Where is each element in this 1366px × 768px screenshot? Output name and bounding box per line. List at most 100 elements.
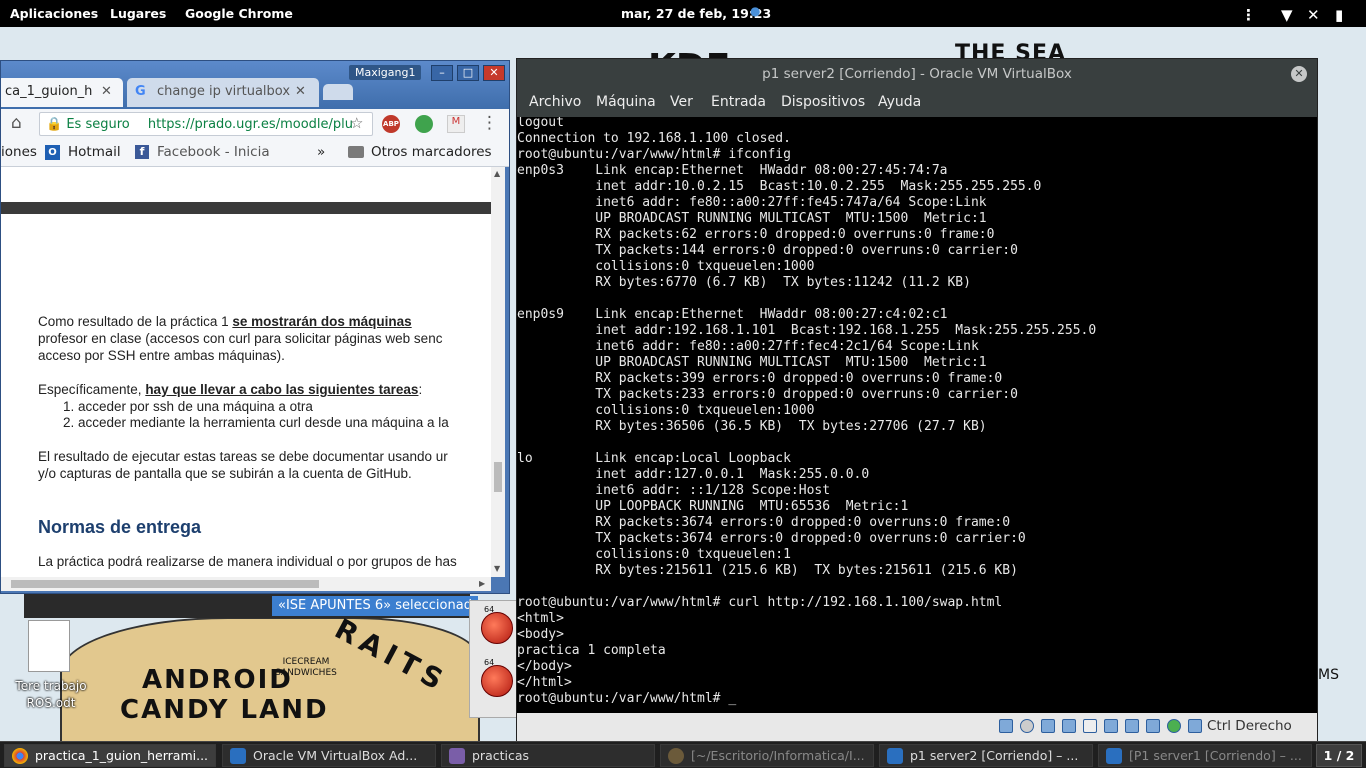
task-label: practicas [472,748,530,763]
active-app-menu[interactable]: Google Chrome [185,6,293,21]
scroll-up-arrow-icon[interactable]: ▲ [494,169,500,178]
bookmark-hotmail[interactable]: Hotmail [68,144,121,160]
workspace-pager[interactable]: 1 / 2 [1316,744,1362,767]
menu-bar: Archivo Máquina Ver Entrada Dispositivos… [517,89,1317,117]
clock[interactable]: mar, 27 de feb, 19:23 [621,6,771,21]
address-bar[interactable]: 🔒 Es seguro https://prado.ugr.es/moodle/… [39,112,373,136]
terminal-line: TX packets:233 errors:0 dropped:0 overru… [517,387,1018,402]
chrome-titlebar[interactable]: ca_1_guion_h ✕ G change ip virtualbox ✕ … [1,61,509,109]
notification-dot-icon: ● [750,4,761,18]
gmail-extension-icon[interactable]: M [447,115,465,133]
menu-archivo[interactable]: Archivo [529,94,581,110]
close-window-button[interactable]: ✕ [1291,66,1307,82]
terminal-line: enp0s9 Link encap:Ethernet HWaddr 08:00:… [517,307,948,322]
paragraph-line: profesor en clase (accesos con curl para… [38,331,443,346]
terminal-line: TX packets:3674 errors:0 dropped:0 overr… [517,531,1026,546]
scrollbar-thumb[interactable] [11,580,319,588]
task-sublime[interactable]: [~/Escritorio/Informatica/I... [660,744,874,767]
bookmark-apps[interactable]: iones [1,144,37,160]
chrome-profile-badge[interactable]: Maxigang1 [349,65,422,80]
vertical-scrollbar[interactable]: ▲ ▼ [491,167,505,577]
horizontal-scrollbar[interactable]: ▶ [1,577,491,591]
url-text: https://prado.ugr.es/moodle/plu [147,117,353,132]
battery-icon[interactable]: ▮ [1335,6,1343,24]
list-item: 1. acceder por ssh de una máquina a otra [63,399,313,414]
maximize-button[interactable]: □ [457,65,479,81]
globe-extension-icon[interactable] [415,115,433,133]
bookmarks-overflow-chevron-icon[interactable]: » [317,144,325,160]
bookmark-star-icon[interactable]: ☆ [350,114,363,132]
tab-label: ca_1_guion_h [5,84,93,99]
task-folder-practicas[interactable]: practicas [441,744,655,767]
google-g-icon: G [135,84,146,99]
paragraph-line: La práctica podrá realizarse de manera i… [38,554,457,569]
window-title[interactable]: p1 server2 [Corriendo] - Oracle VM Virtu… [517,59,1317,89]
home-icon[interactable]: ⌂ [11,113,22,133]
terminal-line: RX packets:62 errors:0 dropped:0 overrun… [517,227,995,242]
task-label: [~/Escritorio/Informatica/I... [691,748,865,763]
menu-dispositivos[interactable]: Dispositivos [781,94,865,110]
optical-drive-icon[interactable] [1020,719,1034,733]
desktop-icon-label[interactable]: Tere trabajo ROS.odt [6,678,96,712]
new-tab-button[interactable] [323,84,353,100]
terminal-line: inet addr:10.0.2.15 Bcast:10.0.2.255 Mas… [517,179,1042,194]
applications-menu[interactable]: Aplicaciones [10,6,98,21]
bookmark-other[interactable]: Otros marcadores [371,144,492,160]
text-run: Específicamente, [38,382,146,397]
scroll-right-arrow-icon[interactable]: ▶ [479,579,485,588]
terminal-line: enp0s3 Link encap:Ethernet HWaddr 08:00:… [517,163,948,178]
text-run: Como resultado de la práctica 1 [38,314,233,329]
terminal-line: UP BROADCAST RUNNING MULTICAST MTU:1500 … [517,211,987,226]
terminal-line: inet addr:127.0.0.1 Mask:255.0.0.0 [517,467,870,482]
scrollbar-thumb[interactable] [494,462,502,492]
terminal-line: RX bytes:6770 (6.7 KB) TX bytes:11242 (1… [517,275,971,290]
wifi-icon[interactable]: ▼ [1281,6,1293,24]
app-64-icon[interactable]: 64 [481,658,513,697]
menu-ver[interactable]: Ver [670,94,693,110]
vm-terminal-screen[interactable]: logout Connection to 192.168.1.100 close… [517,117,1317,713]
minimize-button[interactable]: – [431,65,453,81]
wallpaper-ms-label: MS [1318,667,1339,683]
task-label: Oracle VM VirtualBox Ad... [253,748,418,763]
tab-change-ip[interactable]: G change ip virtualbox ✕ [127,78,319,107]
terminal-line: inet6 addr: ::1/128 Scope:Host [517,483,831,498]
close-window-button[interactable]: ✕ [483,65,505,81]
shared-folders-icon[interactable] [1083,719,1097,733]
paragraph-line: y/o capturas de pantalla que se subirán … [38,466,412,481]
terminal-line: </body> [517,659,572,674]
bookmark-facebook[interactable]: Facebook - Inicia [157,144,270,160]
document-file-icon[interactable] [28,620,70,672]
app-64-icon[interactable]: 64 [481,605,513,644]
chrome-menu-icon[interactable]: ⋮ [481,113,498,133]
tab-close-icon[interactable]: ✕ [295,84,306,99]
menu-entrada[interactable]: Entrada [711,94,766,110]
keyboard-capture-icon[interactable] [1188,719,1202,733]
adblock-icon[interactable]: ABP [382,115,400,133]
menu-maquina[interactable]: Máquina [596,94,656,110]
terminal-line: </html> [517,675,572,690]
display-icon[interactable] [1104,719,1118,733]
task-chrome[interactable]: practica_1_guion_herrami... [4,744,216,767]
task-p1-server2[interactable]: p1 server2 [Corriendo] – ... [879,744,1093,767]
hard-disk-icon[interactable] [999,719,1013,733]
tab-practica-guion[interactable]: ca_1_guion_h ✕ [1,78,123,107]
video-capture-icon[interactable] [1125,719,1139,733]
terminal-line: collisions:0 txqueuelen:1 [517,547,791,562]
menu-ayuda[interactable]: Ayuda [878,94,921,110]
vertical-dots-icon[interactable]: ⋮ [1241,6,1256,24]
usb-icon[interactable] [1062,719,1076,733]
places-menu[interactable]: Lugares [110,6,166,21]
task-p1-server1[interactable]: [P1 server1 [Corriendo] – ... [1098,744,1312,767]
tab-close-icon[interactable]: ✕ [101,84,112,99]
terminal-line: TX packets:144 errors:0 dropped:0 overru… [517,243,1018,258]
network-icon[interactable] [1041,719,1055,733]
guest-additions-icon[interactable] [1167,719,1181,733]
lock-icon: 🔒 [46,117,63,132]
volume-muted-icon[interactable]: ✕ [1307,6,1320,24]
selected-item[interactable]: «ISE APUNTES 6» seleccionad [272,596,478,616]
scroll-down-arrow-icon[interactable]: ▼ [494,564,500,573]
cpu-icon[interactable] [1146,719,1160,733]
task-virtualbox-manager[interactable]: Oracle VM VirtualBox Ad... [222,744,436,767]
background-window-strip[interactable]: «ISE APUNTES 6» seleccionad [24,594,478,618]
terminal-line: <html> [517,611,564,626]
